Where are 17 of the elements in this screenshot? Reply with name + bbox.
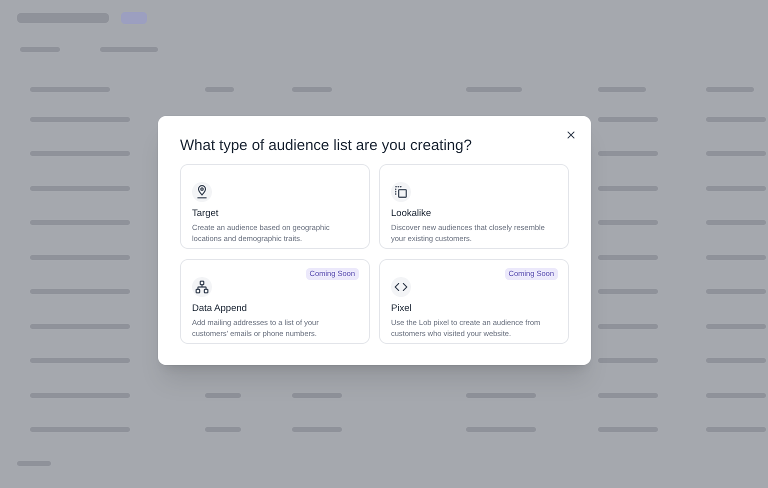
blurred-text [598,254,658,260]
dashed-squares-icon [394,184,408,198]
card-title: Target [192,208,220,220]
dialog-title: What type of audience list are you creating? [180,136,473,156]
blurred-text [598,220,658,226]
card-title: Pixel [391,302,413,314]
card-title: Lookalike [391,208,432,220]
network-icon [195,280,209,294]
blurred-text [598,186,658,191]
card-title: Data Append [192,302,248,314]
blurred-text [598,358,658,364]
close-icon [565,129,577,141]
blurred-text [598,151,658,156]
blurred-text [598,324,658,329]
map-pin-icon [195,184,209,198]
blurred-text [466,392,536,398]
blurred-text [598,289,658,294]
